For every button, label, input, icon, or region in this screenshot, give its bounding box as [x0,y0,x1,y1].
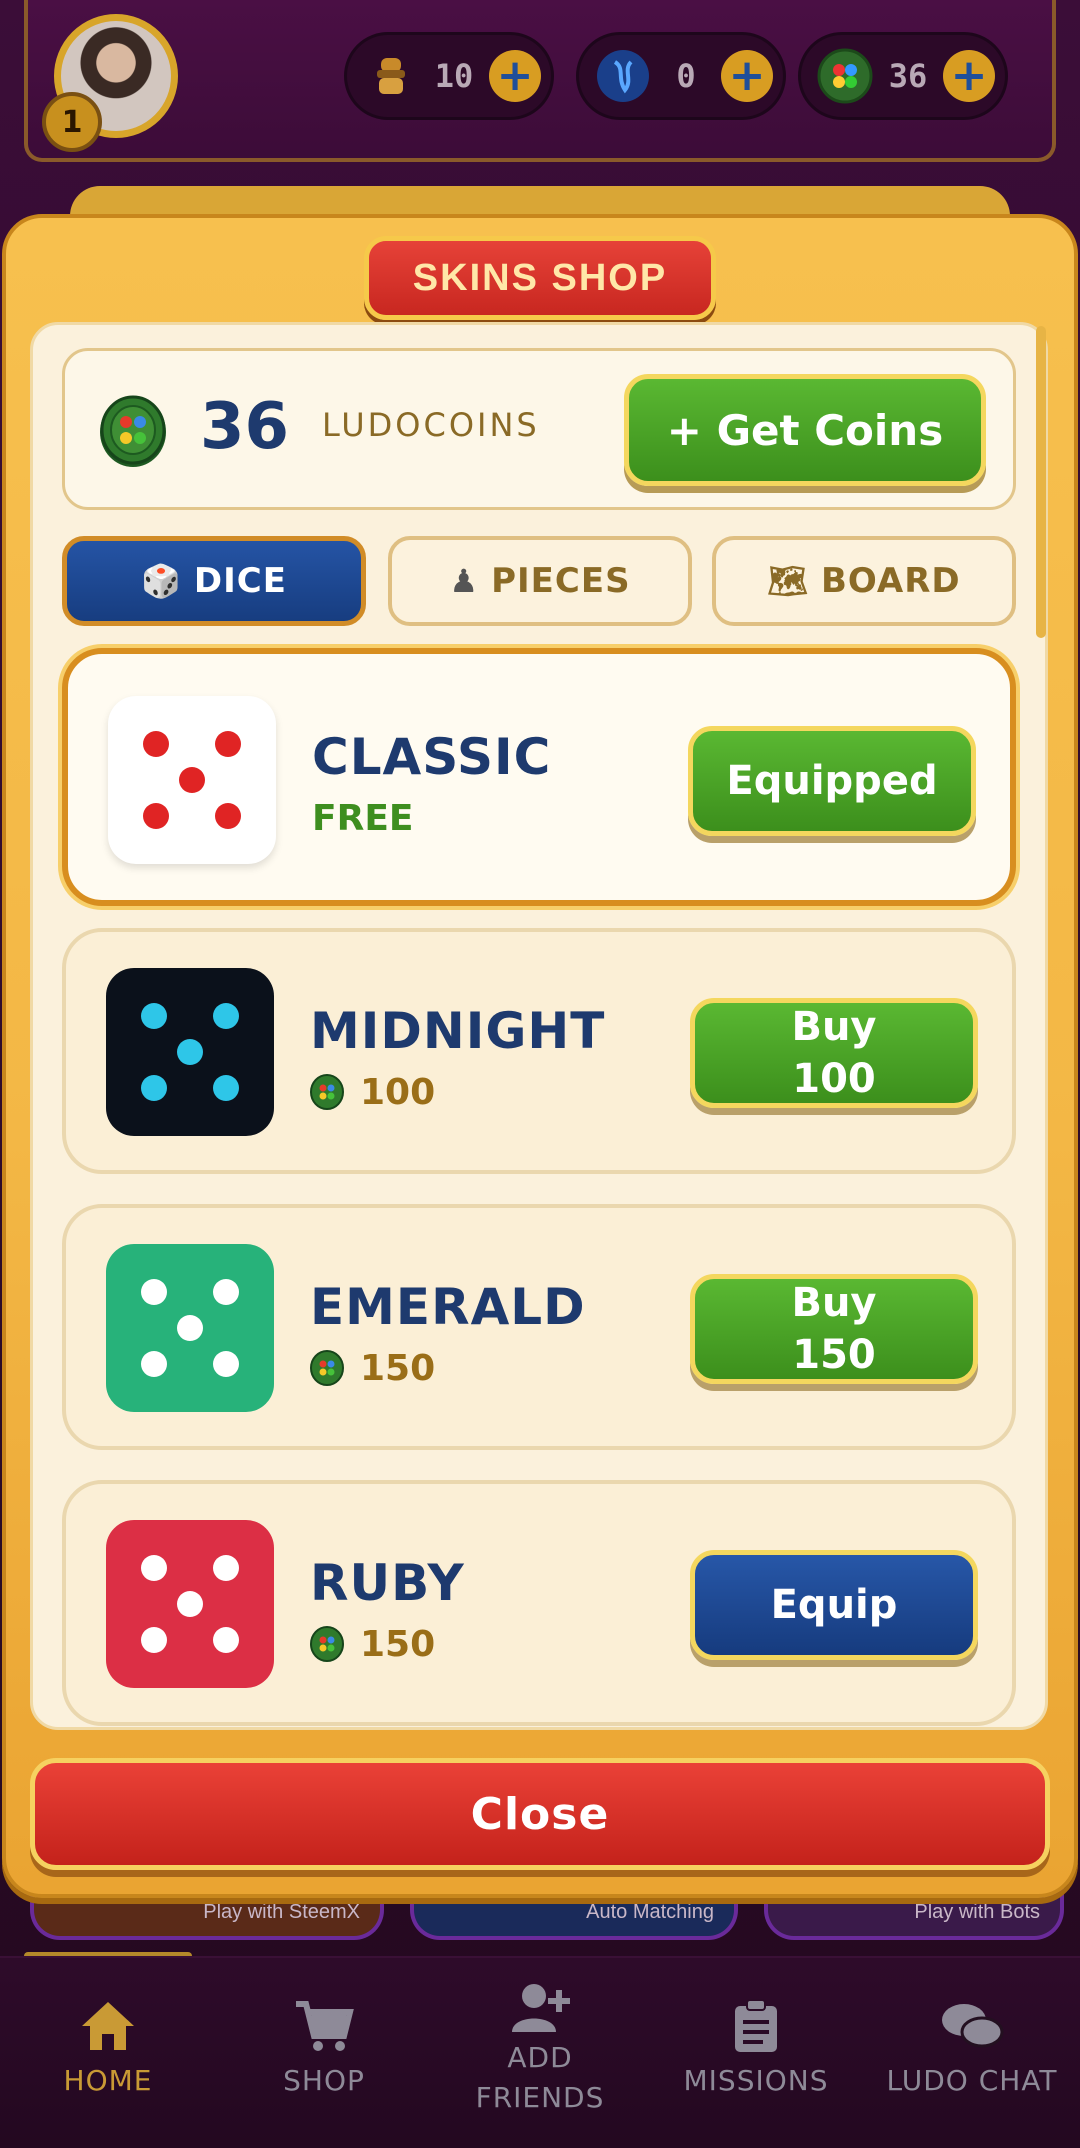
die-pip [141,1279,167,1305]
die-pip [213,1627,239,1653]
die-pip [141,1627,167,1653]
tab-board[interactable]: 🗺 BOARD [712,536,1016,626]
die-face-ruby [106,1520,274,1688]
die-pip [213,1003,239,1029]
equipped-button[interactable]: Equipped [688,726,976,836]
skin-name: RUBY [310,1554,465,1612]
skin-name: MIDNIGHT [310,1002,606,1060]
buy-label: Buy [791,1280,877,1326]
coins-balance-label: LUDOCOINS [322,406,540,444]
die-pip [213,1279,239,1305]
die-face-midnight [106,968,274,1136]
die-pip [143,803,169,829]
die-pip [141,1555,167,1581]
buy-price: 100 [792,1056,876,1102]
die-pip [141,1075,167,1101]
skin-price: 150 [360,1623,436,1665]
skin-price-row: 100 [310,1070,435,1114]
die-pip [177,1315,203,1341]
get-coins-button[interactable]: + Get Coins [624,374,986,486]
die-pip [179,767,205,793]
chess-pawn-icon: ♟ [449,562,480,600]
tab-dice-label: DICE [193,561,287,601]
coins-balance-value: 36 [200,390,290,464]
die-pip [213,1075,239,1101]
die-pip [143,731,169,757]
die-pip [213,1351,239,1377]
ludocoin-icon [310,1074,344,1110]
scrollbar-thumb[interactable] [1036,326,1046,638]
die-pip [141,1003,167,1029]
skin-price: 150 [360,1347,436,1389]
die-pip [177,1591,203,1617]
modal-title: SKINS SHOP [364,236,716,320]
buy-price: 150 [792,1332,876,1378]
die-pip [215,803,241,829]
die-pip [141,1351,167,1377]
equip-ruby-button[interactable]: Equip [690,1550,978,1660]
skin-name: EMERALD [310,1278,586,1336]
map-icon: 🗺 [767,562,809,600]
die-face-classic [108,696,276,864]
close-button[interactable]: Close [30,1758,1050,1870]
skin-price: 100 [360,1071,436,1113]
skin-price-row: 150 [310,1622,435,1666]
ludocoin-icon [310,1350,344,1386]
skin-card-ruby[interactable]: RUBY 150 Equip [62,1480,1016,1726]
skin-name: CLASSIC [312,728,552,786]
tab-pieces[interactable]: ♟ PIECES [388,536,692,626]
skin-card-midnight[interactable]: MIDNIGHT 100 Buy 100 [62,928,1016,1174]
die-pip [213,1555,239,1581]
buy-emerald-button[interactable]: Buy 150 [690,1274,978,1384]
tab-pieces-label: PIECES [491,561,631,601]
skin-price-row: 150 [310,1346,435,1390]
buy-midnight-button[interactable]: Buy 100 [690,998,978,1108]
tab-dice[interactable]: 🎲 DICE [62,536,366,626]
die-face-emerald [106,1244,274,1412]
skin-price: FREE [312,797,414,839]
die-pip [215,731,241,757]
buy-label: Buy [791,1004,877,1050]
dice-icon: 🎲 [141,562,182,600]
die-pip [177,1039,203,1065]
ludocoin-icon [310,1626,344,1662]
ludocoin-icon [100,395,166,467]
skin-card-emerald[interactable]: EMERALD 150 Buy 150 [62,1204,1016,1450]
skin-card-classic[interactable]: CLASSIC FREE Equipped [62,648,1016,906]
tab-board-label: BOARD [821,561,961,601]
